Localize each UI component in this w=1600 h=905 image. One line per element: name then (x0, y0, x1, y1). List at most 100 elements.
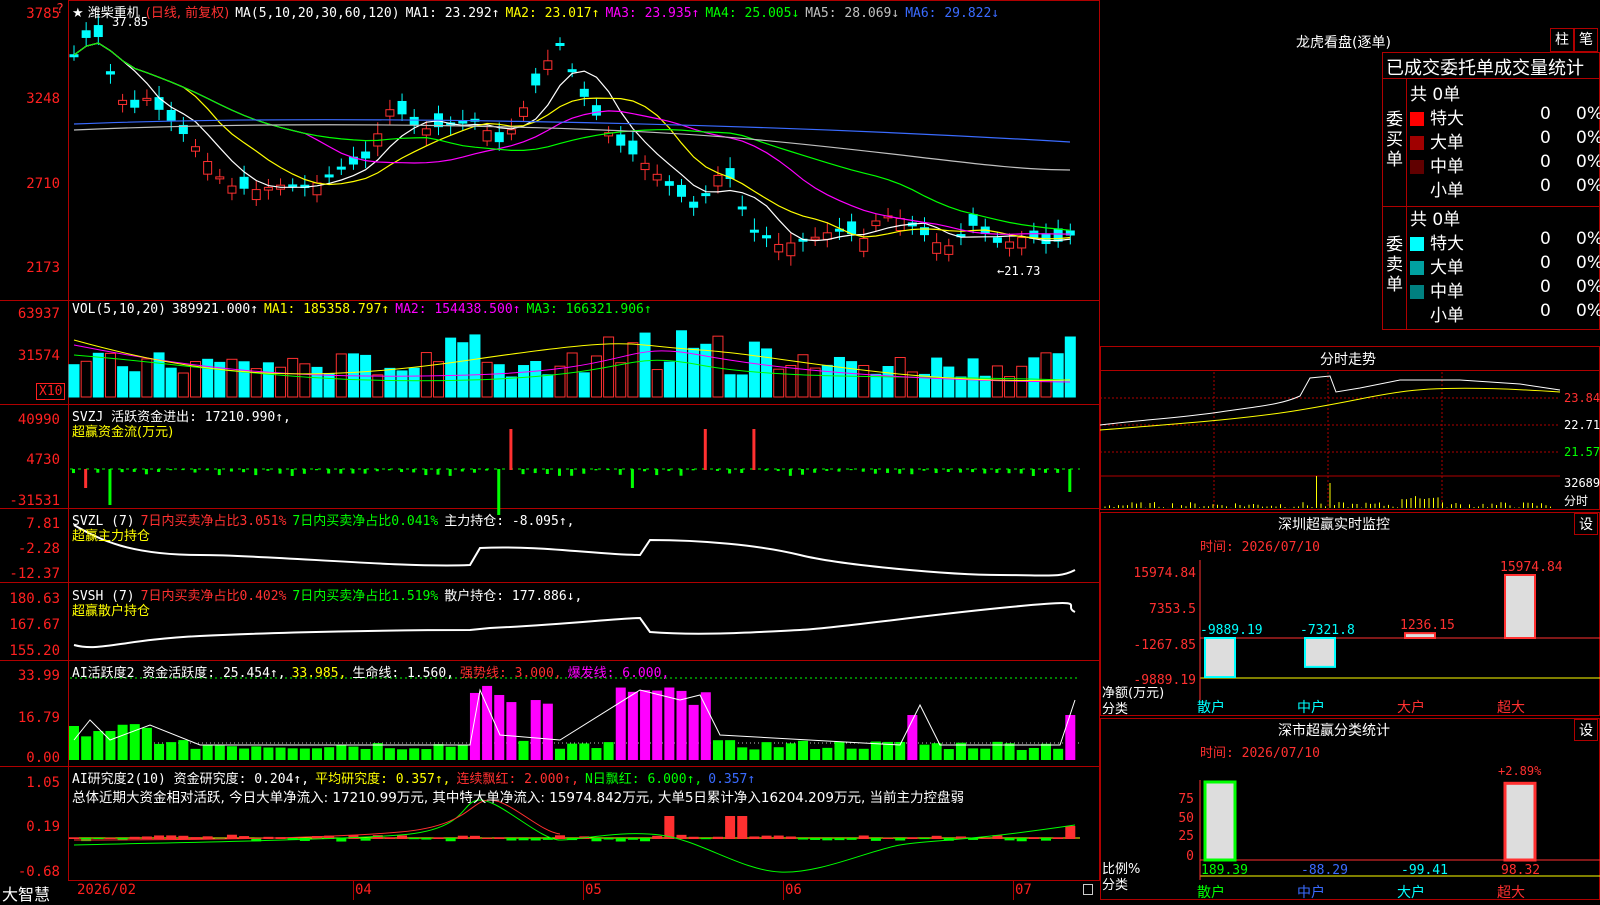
candle-body (616, 134, 626, 146)
volume-bar (80, 360, 92, 398)
volume-bar (882, 366, 894, 398)
volume-bar (493, 364, 505, 398)
low-price-label: ←21.73 (997, 264, 1041, 278)
fund-flow-bar (606, 469, 610, 471)
volume-bar (505, 376, 517, 398)
ai-research-avg: 平均研究度: 0.357↑, (315, 772, 451, 787)
activity-bar (798, 740, 808, 760)
volume-bar (299, 363, 311, 398)
research-bar (737, 816, 748, 839)
volume-bar (287, 357, 299, 398)
lock-icon[interactable] (1083, 884, 1093, 895)
activity-bar (555, 748, 565, 760)
activity-bar (737, 747, 748, 760)
fund-flow-bar (715, 469, 719, 471)
candle-body (69, 54, 79, 58)
svzl-ratio-a: 7日内买卖净占比3.051% (140, 514, 287, 529)
candle-body (519, 107, 529, 117)
chart-canvas[interactable] (0, 0, 1100, 900)
volume-bar (165, 367, 177, 398)
research-bar (1053, 837, 1064, 839)
x-label: 05 (585, 882, 602, 898)
volume-bar (554, 365, 566, 398)
stats-bar-label: -88.29 (1301, 863, 1348, 878)
activity-bar (166, 742, 177, 760)
activity-bar (676, 690, 687, 760)
activity-bar (834, 742, 845, 760)
svzl-subheader: 超赢主力持仓 (72, 529, 151, 544)
candle-body (701, 193, 711, 197)
research-bar (360, 838, 371, 841)
candle-body (871, 220, 881, 227)
volume-bar (615, 362, 627, 398)
candle-body (677, 184, 686, 197)
candle-body (324, 174, 334, 178)
svzj-tick: -31531 (9, 493, 60, 509)
research-bar (190, 837, 201, 839)
activity-bar (117, 724, 128, 760)
fund-flow-bar (278, 469, 282, 474)
research-bar (445, 838, 456, 842)
activity-bar (688, 704, 699, 760)
volume-bar (846, 361, 858, 398)
candle-body (628, 140, 638, 155)
vol-tick: 31574 (17, 348, 60, 364)
research-bar (482, 837, 493, 839)
brand-logo[interactable]: 大智慧 (2, 881, 50, 905)
candle-body (81, 30, 91, 38)
candle-body (142, 97, 152, 101)
candle-body (336, 166, 346, 170)
activity-bar (615, 687, 626, 760)
candle-body (774, 243, 784, 253)
svsh-ratio-b: 7日内买卖净占比1.519% (292, 589, 439, 604)
volume-bar (1004, 376, 1016, 398)
fund-flow-bar (400, 469, 404, 473)
stats-cat: 超大 (1497, 885, 1525, 900)
candle-body (944, 245, 954, 255)
volume-bar (833, 356, 845, 398)
fund-flow-bar (837, 469, 841, 472)
svsh-tick: 180.63 (9, 591, 60, 607)
candle-body (786, 242, 796, 257)
fund-flow-bar (229, 469, 233, 472)
fund-flow-bar (1056, 469, 1060, 473)
fund-flow-bar (302, 469, 306, 474)
fund-flow-bar (1044, 469, 1047, 473)
volume-bar (797, 354, 809, 398)
candle-body (579, 88, 589, 97)
activity-bar (384, 748, 395, 760)
volume-bar (748, 341, 760, 398)
vol-ma-value: MA1: 185358.797↑ (264, 302, 390, 317)
research-bar (555, 835, 565, 839)
activity-bar (251, 746, 262, 760)
svzl-tick: 7.81 (26, 516, 60, 532)
monitor-bar-label: -9889.19 (1200, 623, 1263, 638)
research-bar (883, 837, 894, 839)
help-icon[interactable]: ? (56, 2, 64, 17)
activity-bar (239, 748, 250, 760)
volume-bar (384, 367, 396, 398)
candle-body (1005, 241, 1015, 249)
volume-bar (117, 366, 129, 398)
volume-bar (639, 332, 651, 398)
candle-body (932, 242, 942, 254)
candle-body (810, 236, 820, 240)
volume-bar (408, 367, 420, 398)
svzj-subheader: 超赢资金流(万元) (72, 425, 174, 440)
fund-flow-bar (934, 469, 938, 474)
chart-mode[interactable]: (日线, 前复权) (146, 6, 229, 21)
fund-flow-bar (776, 469, 780, 472)
candle-body (749, 229, 759, 233)
fund-flow-bar (169, 469, 173, 471)
research-bar (627, 838, 638, 840)
activity-bar (627, 691, 638, 760)
activity-bar (652, 690, 663, 760)
ai-active-header: AI活跃度2 资金活跃度: 25.454↑, 33.985, 生命线: 1.560,… (72, 662, 675, 681)
candle-body (640, 162, 650, 171)
fund-flow-bar (643, 469, 647, 472)
svzl-position: 主力持仓: -8.095↑, (444, 514, 575, 529)
activity-bar (141, 727, 152, 760)
candle-body (737, 206, 747, 210)
fund-flow-bar (618, 469, 622, 475)
volume-bar (724, 374, 736, 398)
